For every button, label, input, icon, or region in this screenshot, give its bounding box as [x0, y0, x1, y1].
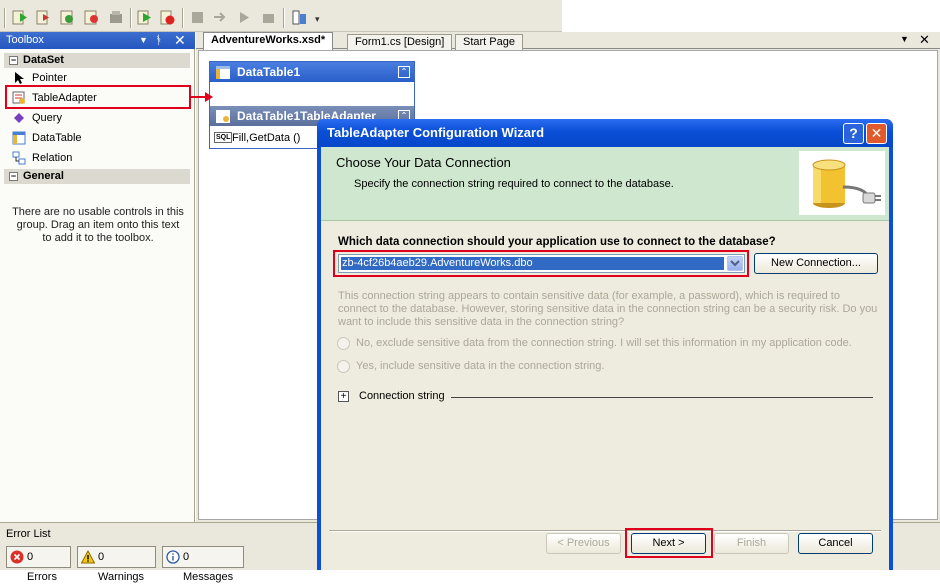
- toolbox-group-dataset[interactable]: − DataSet: [4, 53, 190, 68]
- collapse-icon[interactable]: −: [9, 172, 18, 181]
- step-into-icon[interactable]: [189, 9, 206, 26]
- step-out-icon[interactable]: [236, 9, 253, 26]
- continue-icon[interactable]: [137, 9, 154, 26]
- messages-count: 0 Messages: [183, 551, 234, 583]
- close-button[interactable]: ✕: [866, 123, 887, 144]
- tab-label: AdventureWorks.xsd*: [211, 34, 326, 46]
- tab-label: Start Page: [463, 36, 515, 48]
- item-label: Query: [32, 112, 62, 124]
- run-icon[interactable]: [60, 9, 77, 26]
- collapse-icon[interactable]: ⌃: [398, 66, 410, 78]
- main-toolbar: ▾: [0, 0, 562, 32]
- tab-list-icon[interactable]: ▼: [900, 34, 909, 44]
- pin-icon[interactable]: ᚬ: [155, 32, 162, 49]
- datatable-icon: [216, 66, 230, 79]
- include-sensitive-radio[interactable]: [337, 360, 350, 373]
- pointer-icon: [15, 72, 24, 84]
- next-button-highlight: [625, 528, 713, 558]
- collapse-icon[interactable]: −: [9, 56, 18, 65]
- group-label: General: [23, 170, 64, 182]
- stop-icon[interactable]: [160, 9, 177, 26]
- toolbox-title-bar: Toolbox ▼ ᚬ ✕: [0, 32, 195, 49]
- tab-label: Form1.cs [Design]: [355, 36, 445, 48]
- messages-filter-button[interactable]: 0 Messages: [162, 546, 244, 583]
- attach-icon[interactable]: [108, 9, 125, 26]
- exclude-sensitive-radio[interactable]: [337, 337, 350, 350]
- toolbox-title: Toolbox: [6, 34, 44, 46]
- toolbar-separator: [130, 8, 131, 28]
- datatable-icon: [12, 131, 26, 145]
- previous-button[interactable]: < Previous: [546, 533, 621, 554]
- finish-button[interactable]: Finish: [714, 533, 789, 554]
- method-label: Fill,GetData (): [232, 132, 301, 144]
- error-icon: [10, 550, 24, 564]
- wizard-heading: Choose Your Data Connection: [336, 155, 511, 170]
- include-sensitive-label: Yes, include sensitive data in the conne…: [356, 360, 605, 372]
- warnings-count: 0 Warnings: [98, 551, 145, 583]
- cancel-button[interactable]: Cancel: [798, 533, 873, 554]
- breakpoint-icon[interactable]: [260, 9, 277, 26]
- wizard-title-bar[interactable]: TableAdapter Configuration Wizard ? ✕: [317, 119, 893, 147]
- step-over-icon[interactable]: [212, 9, 229, 26]
- tab-adventureworks-xsd[interactable]: AdventureWorks.xsd*: [203, 32, 334, 50]
- toolbar-separator: [283, 8, 284, 28]
- expand-icon[interactable]: +: [338, 391, 349, 402]
- tab-start-page[interactable]: Start Page: [455, 34, 523, 50]
- start-icon[interactable]: [12, 9, 29, 26]
- wizard-header: Choose Your Data Connection Specify the …: [321, 147, 889, 221]
- close-document-icon[interactable]: ✕: [919, 32, 930, 48]
- group-label: DataSet: [23, 54, 64, 66]
- wizard-body: Choose Your Data Connection Specify the …: [321, 147, 889, 570]
- new-connection-button[interactable]: New Connection...: [754, 253, 878, 274]
- database-connection-icon: [799, 151, 885, 215]
- toolbox-group-general[interactable]: − General: [4, 169, 190, 184]
- datatable-header[interactable]: DataTable1 ⌃: [210, 62, 414, 82]
- toolbox-empty-message: There are no usable controls in this gro…: [12, 206, 184, 244]
- errors-filter-button[interactable]: 0 Errors: [6, 546, 71, 583]
- exclude-sensitive-label: No, exclude sensitive data from the conn…: [356, 337, 852, 349]
- tableadapter-highlight: [5, 85, 191, 109]
- datatable-title: DataTable1: [237, 65, 301, 79]
- document-tabstrip: AdventureWorks.xsd* Form1.cs [Design] St…: [196, 32, 940, 50]
- warnings-filter-button[interactable]: 0 Warnings: [77, 546, 156, 583]
- sql-icon: SQL: [214, 132, 233, 143]
- step-icon[interactable]: [36, 9, 53, 26]
- info-icon: [166, 550, 180, 564]
- connection-select-highlight: [333, 250, 749, 277]
- item-label: DataTable: [32, 132, 82, 144]
- connection-question: Which data connection should your applic…: [338, 236, 776, 248]
- tableadapter-wizard-dialog: TableAdapter Configuration Wizard ? ✕ Ch…: [317, 119, 893, 570]
- toolbox-item-query[interactable]: Query: [10, 109, 188, 127]
- close-icon[interactable]: ✕: [174, 32, 186, 49]
- wizard-title: TableAdapter Configuration Wizard: [327, 125, 545, 140]
- toolbox-item-relation[interactable]: Relation: [10, 149, 188, 167]
- debug-icon[interactable]: [84, 9, 101, 26]
- toolbar-grip: [4, 8, 5, 28]
- wizard-subheading: Specify the connection string required t…: [354, 178, 674, 190]
- warning-icon: [81, 550, 95, 564]
- section-divider: [451, 397, 873, 398]
- connection-string-label[interactable]: Connection string: [359, 390, 445, 402]
- toolbar-empty-area: [562, 0, 940, 32]
- sensitive-data-note: This connection string appears to contai…: [338, 290, 878, 328]
- dropdown-icon[interactable]: ▼: [139, 32, 148, 49]
- item-label: Relation: [32, 152, 73, 164]
- help-button[interactable]: ?: [843, 123, 864, 144]
- item-label: Pointer: [32, 72, 67, 84]
- footer-separator: [329, 530, 881, 531]
- toolbar-overflow-icon[interactable]: ▾: [315, 14, 320, 25]
- arrow-right-icon: [205, 92, 213, 102]
- options-icon[interactable]: [291, 9, 308, 26]
- tableadapter-icon: [216, 110, 230, 123]
- relation-icon: [12, 151, 26, 165]
- toolbox-item-datatable[interactable]: DataTable: [10, 129, 188, 147]
- toolbar-separator: [182, 8, 183, 28]
- tab-form1-design[interactable]: Form1.cs [Design]: [347, 34, 453, 50]
- errors-count: 0 Errors: [27, 551, 57, 583]
- query-icon: [14, 113, 24, 123]
